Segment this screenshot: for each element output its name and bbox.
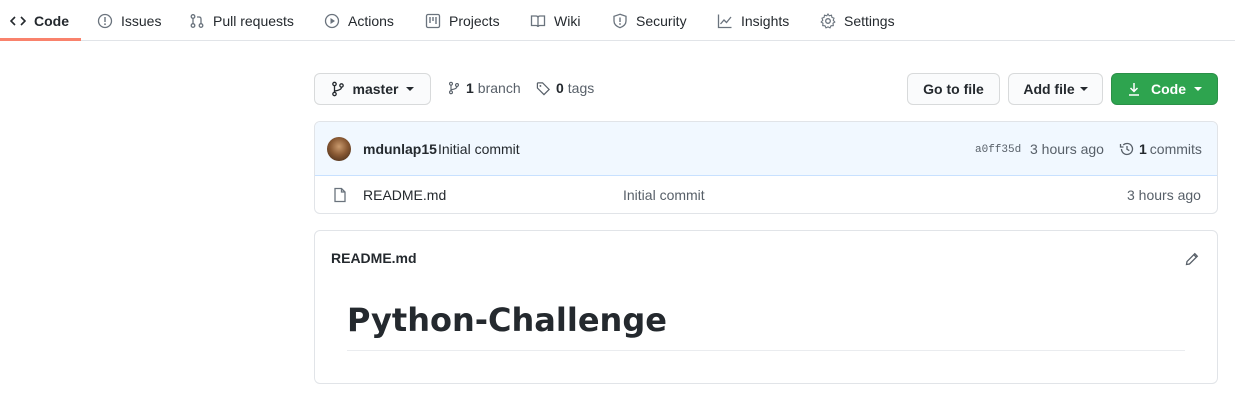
tab-security[interactable]: Security	[612, 0, 703, 41]
tab-label: Security	[636, 12, 687, 29]
code-button-label: Code	[1151, 81, 1186, 97]
git-branch-icon	[331, 81, 345, 97]
file-icon	[333, 187, 347, 203]
branch-name: master	[352, 81, 399, 97]
commit-sha[interactable]: a0ff35d	[975, 144, 1021, 156]
tab-label: Settings	[844, 12, 895, 29]
shield-icon	[612, 13, 628, 29]
active-tab-indicator	[0, 38, 81, 41]
gear-icon	[820, 12, 836, 29]
git-branch-icon	[448, 80, 460, 96]
code-download-button[interactable]: Code	[1111, 73, 1218, 105]
tab-code[interactable]: Code	[10, 0, 85, 41]
tab-label: Wiki	[554, 12, 581, 29]
tab-actions[interactable]: Actions	[324, 0, 410, 41]
avatar[interactable]	[327, 137, 351, 161]
play-icon	[324, 13, 340, 29]
tab-wiki[interactable]: Wiki	[530, 0, 596, 41]
file-name-link[interactable]: README.md	[363, 187, 446, 203]
commit-message[interactable]: Initial commit	[438, 141, 520, 157]
add-file-label: Add file	[1023, 81, 1075, 97]
tab-label: Issues	[121, 12, 162, 29]
issue-opened-icon	[97, 13, 113, 29]
tag-label: tags	[567, 80, 595, 96]
tab-label: Actions	[348, 12, 394, 29]
branch-count: 1	[466, 80, 474, 96]
branches-link[interactable]: 1 branch	[448, 80, 521, 96]
repo-nav: Code Issues Pull requests Actions Projec…	[0, 0, 1235, 41]
tags-link[interactable]: 0 tags	[536, 80, 594, 96]
heading-divider	[347, 350, 1185, 351]
download-icon	[1127, 81, 1141, 97]
history-icon	[1119, 141, 1135, 157]
tab-insights[interactable]: Insights	[717, 0, 805, 41]
tag-count: 0	[556, 80, 564, 96]
commits-label: commits	[1149, 141, 1202, 157]
project-icon	[425, 13, 441, 29]
commits-history-link[interactable]: 1 commits	[1119, 141, 1202, 157]
tag-icon	[536, 81, 551, 96]
tab-pull-requests[interactable]: Pull requests	[189, 0, 310, 41]
tab-label: Code	[34, 12, 69, 29]
pencil-icon[interactable]	[1184, 251, 1200, 267]
tab-settings[interactable]: Settings	[820, 0, 911, 41]
file-commit-message[interactable]: Initial commit	[623, 187, 705, 203]
file-time: 3 hours ago	[1127, 187, 1201, 203]
code-icon	[10, 13, 26, 29]
tab-label: Insights	[741, 12, 790, 29]
add-file-button[interactable]: Add file	[1008, 73, 1103, 105]
graph-icon	[717, 13, 733, 29]
go-to-file-button[interactable]: Go to file	[907, 73, 1000, 105]
go-to-file-label: Go to file	[923, 81, 984, 97]
chevron-down-icon	[1079, 87, 1088, 91]
file-navigator: mdunlap15 Initial commit a0ff35d 3 hours…	[314, 121, 1218, 214]
book-icon	[530, 13, 546, 29]
readme-box: README.md Python-Challenge	[314, 230, 1218, 384]
chevron-down-icon	[1194, 87, 1202, 91]
tab-projects[interactable]: Projects	[425, 0, 516, 41]
latest-commit-bar: mdunlap15 Initial commit a0ff35d 3 hours…	[315, 122, 1217, 176]
file-row: README.md Initial commit 3 hours ago	[315, 176, 1217, 213]
tab-label: Projects	[449, 12, 500, 29]
branch-label: branch	[477, 80, 521, 96]
readme-filename: README.md	[331, 250, 417, 266]
tab-label: Pull requests	[213, 12, 294, 29]
commit-time: 3 hours ago	[1030, 141, 1104, 157]
tab-issues[interactable]: Issues	[97, 0, 177, 41]
readme-heading: Python-Challenge	[347, 301, 667, 339]
commit-author[interactable]: mdunlap15	[363, 141, 437, 157]
commits-count: 1	[1139, 141, 1147, 157]
chevron-down-icon	[406, 87, 415, 91]
branch-select-button[interactable]: master	[314, 73, 431, 105]
git-pull-request-icon	[189, 13, 205, 29]
